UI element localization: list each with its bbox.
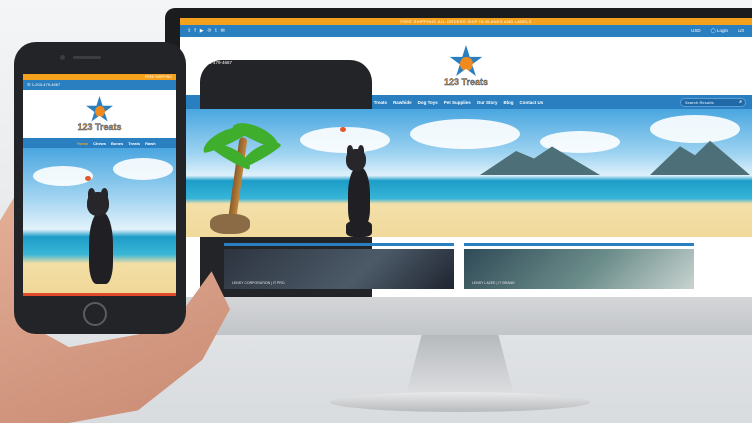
phone-hero-banner [23,148,176,296]
featured-section: LENSY CORPORATION | IT PRO LENSY LAZEE |… [224,243,694,297]
nav-bones[interactable]: Bones [111,141,123,146]
nav-rawhide[interactable]: Rawhide [393,100,412,105]
monitor-chin [165,297,752,335]
nav-chews[interactable]: Chews [93,141,106,146]
search-input[interactable]: Search Results ⌕ [680,97,746,107]
phone-speaker [73,56,101,59]
phone-home-button[interactable] [83,302,107,326]
phone-screen: FREE SHIPPING ☰ 1-203-479-4667 123 Treat… [23,74,176,296]
top-bar: 𝕥 f ▶ ℗ t ✉ 1-203-479-4667 USD ◯ Login ⊔… [180,25,752,297]
logo-icon[interactable] [86,96,113,122]
nav-rawhide[interactable]: Rawh [145,141,156,146]
dog-image [83,186,117,296]
monitor-base [330,392,590,412]
email-icon[interactable]: ✉ [221,28,225,34]
nav-pet-supplies[interactable]: Pet Supplies [444,100,471,105]
nav-dog-toys[interactable]: Dog Toys [418,100,438,105]
feature-card[interactable]: LENSY CORPORATION | IT PRO [224,243,454,297]
phone-number[interactable]: 1-203-479-4667 [32,82,60,87]
card-caption: LENSY LAZEE | IT BRAND [472,281,515,285]
phone-header: 123 Treats [23,90,176,138]
promo-banner: FREE SHIPPING! ALL ORDERS SHIP IN BLANKS… [180,18,752,25]
phone-accent-line [23,293,176,296]
phone-nav: Home Chews Bones Treats Rawh [23,138,176,148]
facebook-icon[interactable]: f [194,28,195,34]
nav-blog[interactable]: Blog [504,100,514,105]
nav-our-story[interactable]: Our Story [477,100,498,105]
cart-link[interactable]: ⊔0 [738,28,744,34]
currency-select[interactable]: USD [691,28,701,34]
logo-text[interactable]: 123 Treats [444,77,488,87]
logo-text[interactable]: 123 Treats [77,122,121,132]
desktop-screen: FREE SHIPPING! ALL ORDERS SHIP IN BLANKS… [180,18,752,297]
phone-top-bar: ☰ 1-203-479-4667 [23,80,176,90]
dog-image [344,145,374,237]
search-placeholder: Search Results [685,99,714,105]
tumblr-icon[interactable]: t [215,28,216,34]
flying-treat [85,176,91,181]
phone-camera [60,55,65,60]
nav-contact-us[interactable]: Contact Us [520,100,544,105]
card-caption: LENSY CORPORATION | IT PRO [232,281,285,285]
nav-treats[interactable]: Treats [374,100,387,105]
nav-home[interactable]: Home [77,141,88,146]
login-label: Login [716,28,728,33]
hero-banner [180,109,752,237]
flying-treat [340,127,346,132]
pinterest-icon[interactable]: ℗ [208,28,212,34]
feature-card[interactable]: LENSY LAZEE | IT BRAND [464,243,694,297]
cart-count: 0 [741,28,744,33]
search-icon[interactable]: ⌕ [739,99,742,106]
youtube-icon[interactable]: ▶ [200,28,204,34]
social-links: 𝕥 f ▶ ℗ t ✉ [188,28,225,34]
nav-treats[interactable]: Treats [128,141,140,146]
logo-icon[interactable] [449,45,483,76]
login-link[interactable]: ◯ Login [711,28,728,34]
twitter-icon[interactable]: 𝕥 [188,28,190,34]
